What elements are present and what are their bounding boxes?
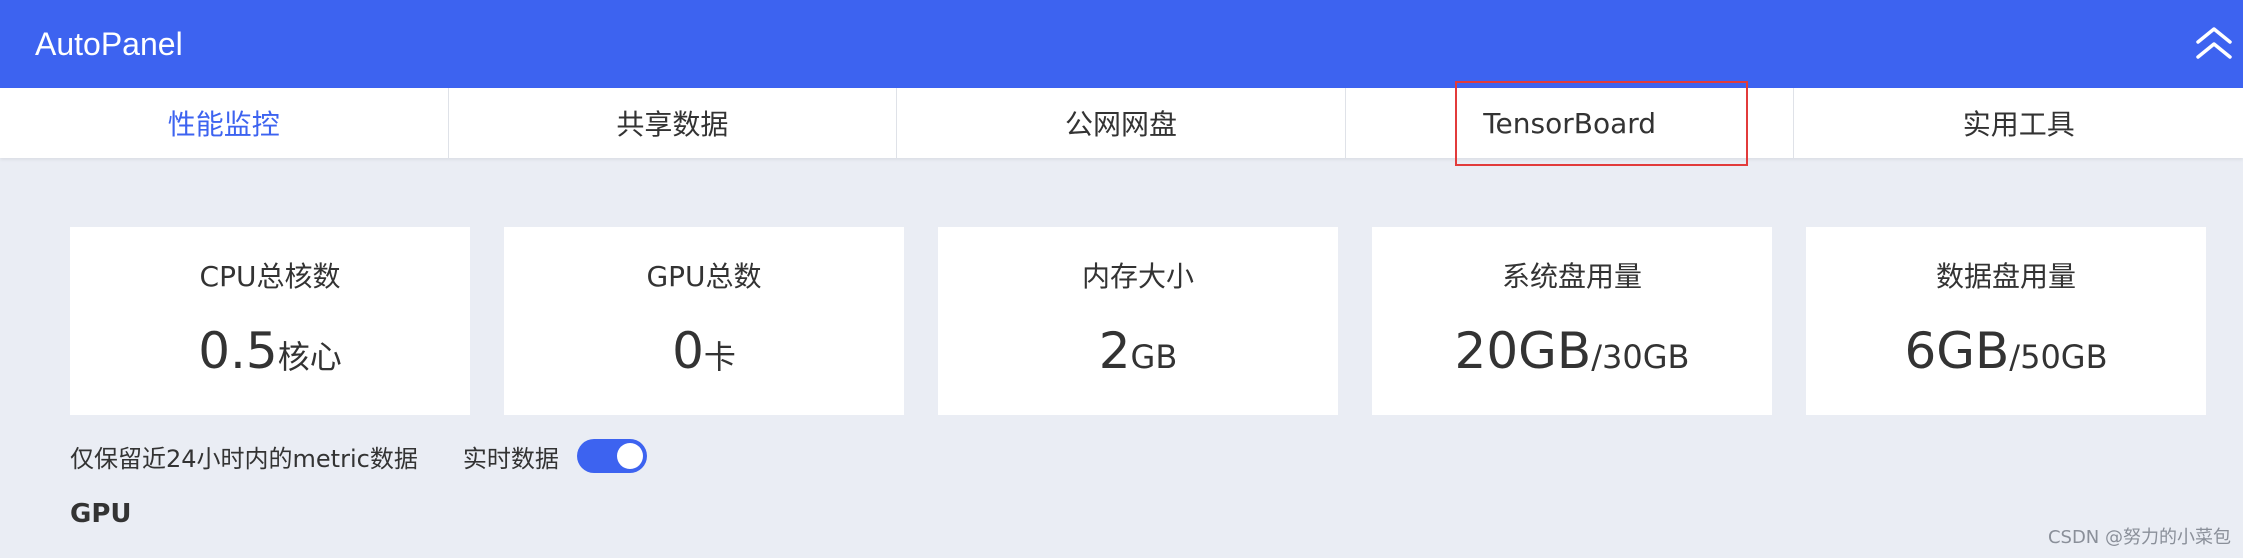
card-value-number: 0.5 <box>198 322 278 380</box>
data-disk-usage-card: 数据盘用量 6GB/50GB <box>1806 227 2206 415</box>
tab-shared-data[interactable]: 共享数据 <box>449 88 898 158</box>
gpu-section-title: GPU <box>70 499 132 529</box>
retention-note: 仅保留近24小时内的metric数据 <box>70 444 418 473</box>
memory-size-card: 内存大小 2GB <box>938 227 1338 415</box>
card-value-unit: 核心 <box>277 338 342 376</box>
tab-utility-tools[interactable]: 实用工具 <box>1794 88 2243 158</box>
card-label: CPU总核数 <box>199 260 341 293</box>
app-header: AutoPanel <box>0 0 2243 88</box>
card-value: 2GB <box>938 319 1338 395</box>
card-value-unit: /50GB <box>2009 338 2108 376</box>
card-value: 0.5核心 <box>70 319 470 395</box>
card-value-number: 20GB <box>1454 322 1592 380</box>
gpu-count-card: GPU总数 0卡 <box>504 227 904 415</box>
realtime-data-label: 实时数据 <box>462 444 559 473</box>
tab-performance-monitor[interactable]: 性能监控 <box>0 88 449 158</box>
metric-options-row: 仅保留近24小时内的metric数据 实时数据 <box>70 436 647 476</box>
tab-tensorboard[interactable]: TensorBoard <box>1346 88 1795 158</box>
card-label: 系统盘用量 <box>1501 260 1642 293</box>
card-value-number: 2 <box>1098 322 1131 380</box>
system-disk-usage-card: 系统盘用量 20GB/30GB <box>1372 227 1772 415</box>
card-value: 0卡 <box>504 319 904 395</box>
toggle-knob <box>616 443 643 469</box>
card-label: 内存大小 <box>1081 260 1194 293</box>
card-value: 20GB/30GB <box>1372 319 1772 395</box>
card-value-unit: /30GB <box>1591 338 1690 376</box>
card-value-number: 0 <box>672 322 704 380</box>
app-title: AutoPanel <box>35 26 183 62</box>
tab-bar: 性能监控 共享数据 公网网盘 TensorBoard 实用工具 <box>0 88 2243 158</box>
card-value: 6GB/50GB <box>1806 319 2206 395</box>
card-value-number: 6GB <box>1904 322 2010 380</box>
card-value-unit: GB <box>1130 338 1178 376</box>
realtime-data-toggle[interactable] <box>576 439 647 473</box>
card-label: 数据盘用量 <box>1935 260 2076 293</box>
card-value-unit: 卡 <box>703 338 736 376</box>
metric-cards: CPU总核数 0.5核心 GPU总数 0卡 内存大小 2GB 系统盘用量 20G… <box>70 227 2206 415</box>
double-chevron-up-icon[interactable] <box>2190 20 2238 68</box>
tab-public-net-disk[interactable]: 公网网盘 <box>897 88 1346 158</box>
card-label: GPU总数 <box>646 260 762 293</box>
watermark: CSDN @努力的小菜包 <box>2047 527 2231 548</box>
cpu-cores-card: CPU总核数 0.5核心 <box>70 227 470 415</box>
